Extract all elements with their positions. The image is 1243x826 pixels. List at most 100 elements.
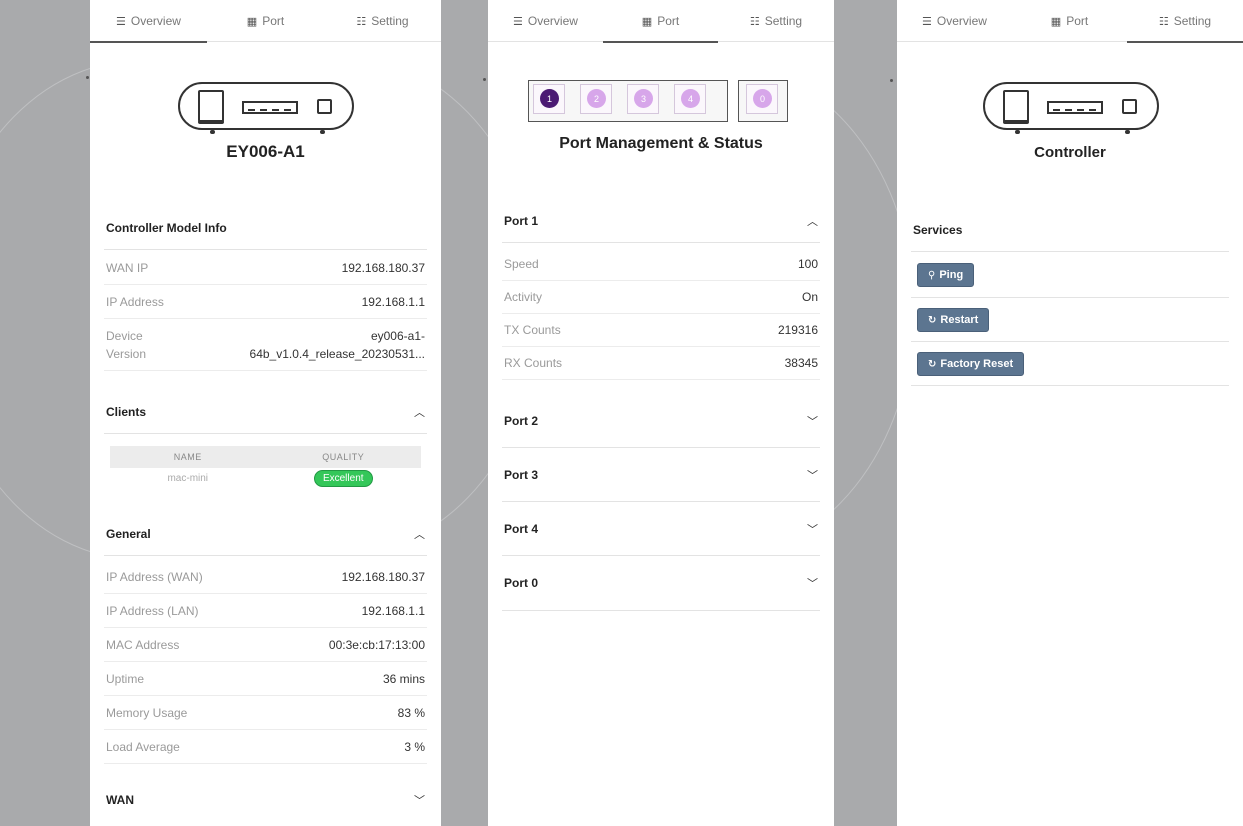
sliders-icon: ☷ <box>356 14 367 28</box>
tab-setting-label: Setting <box>371 14 409 28</box>
row-value: ey006-a1- <box>370 328 425 343</box>
ping-button[interactable]: ⚲ Ping <box>917 263 975 287</box>
tab-port-label: Port <box>262 14 285 28</box>
clients-title: Clients <box>106 404 147 419</box>
tab-setting-label: Setting <box>764 14 803 28</box>
row-label: Memory Usage <box>106 705 188 720</box>
port-row: Activity On <box>502 281 820 314</box>
general-title: General <box>106 526 151 541</box>
background-gutter-middle-right <box>834 0 897 826</box>
sliders-icon: ☷ <box>1158 14 1169 28</box>
port-4-header[interactable]: Port 4 ﹀ <box>502 502 820 556</box>
port-1[interactable]: 1 <box>533 84 565 114</box>
tab-overview-label: Overview <box>936 14 987 28</box>
tab-bar: ☰ Overview ▦ Port ☷ Setting <box>488 0 834 43</box>
chevron-down-icon[interactable]: ﹀ <box>807 467 818 483</box>
clients-table-header: NAME QUALITY <box>110 446 421 468</box>
port-2-header[interactable]: Port 2 ﹀ <box>502 394 820 448</box>
overview-panel: ☰ Overview ▦ Port ☷ Setting EY006-A1 Con… <box>90 0 441 826</box>
info-row-ip-address: IP Address 192.168.1.1 <box>104 285 427 319</box>
restart-button-label: Restart <box>940 314 979 326</box>
chevron-up-icon[interactable]: ︿ <box>414 526 425 542</box>
row-label: MAC Address <box>106 637 180 652</box>
clients-header[interactable]: Clients ︿ <box>104 390 427 434</box>
grid-icon: ▦ <box>1050 14 1062 28</box>
quality-badge: Excellent <box>313 469 373 487</box>
port-number: 3 <box>634 89 653 108</box>
refresh-icon: ↻ <box>928 314 937 326</box>
chevron-down-icon[interactable]: ﹀ <box>807 413 818 429</box>
port-panel: ☰ Overview ▦ Port ☷ Setting 1 2 3 4 0 Po… <box>488 0 834 826</box>
tab-port[interactable]: ▦ Port <box>603 0 718 43</box>
refresh-icon: ↻ <box>928 358 937 370</box>
wan-header[interactable]: WAN ﹀ <box>104 778 427 822</box>
port-2[interactable]: 2 <box>580 84 612 114</box>
chevron-up-icon[interactable]: ︿ <box>414 404 425 420</box>
port-page-title: Port Management & Status <box>559 135 763 152</box>
row-label: Version <box>106 346 147 361</box>
row-label: TX Counts <box>504 323 561 337</box>
general-row: IP Address (LAN) 192.168.1.1 <box>104 594 427 628</box>
services-title: Services <box>913 222 963 237</box>
info-row-wan-ip: WAN IP 192.168.180.37 <box>104 251 427 285</box>
port-row: TX Counts 219316 <box>502 314 820 347</box>
port-number: 4 <box>681 89 700 108</box>
tab-setting[interactable]: ☷ Setting <box>324 0 441 42</box>
tab-overview-label: Overview <box>527 14 578 28</box>
divider <box>911 341 1229 342</box>
wan-title: WAN <box>106 793 134 807</box>
router-device-icon <box>178 82 354 134</box>
tab-overview[interactable]: ☰ Overview <box>488 0 603 42</box>
background-gutter-left <box>0 0 90 826</box>
info-row-device-version: Device Version ey006-a1- 64b_v1.0.4_rele… <box>104 319 427 371</box>
row-label: Device <box>106 328 143 343</box>
grid-icon: ▦ <box>246 14 258 28</box>
general-row: Memory Usage 83 % <box>104 696 427 730</box>
row-value: 00:3e:cb:17:13:00 <box>328 637 425 652</box>
port-4[interactable]: 4 <box>674 84 706 114</box>
tab-bar: ☰ Overview ▦ Port ☷ Setting <box>897 0 1243 43</box>
factory-reset-button[interactable]: ↻ Factory Reset <box>917 352 1025 376</box>
port-number: 1 <box>540 89 559 108</box>
row-value: 192.168.1.1 <box>361 294 425 309</box>
row-value: 36 mins <box>382 671 425 686</box>
tab-bar: ☰ Overview ▦ Port ☷ Setting <box>90 0 441 43</box>
tab-setting[interactable]: ☷ Setting <box>1127 0 1243 43</box>
ping-button-label: Ping <box>939 269 964 281</box>
row-value: 192.168.180.37 <box>341 569 425 584</box>
row-label: IP Address <box>106 294 164 309</box>
port-3[interactable]: 3 <box>627 84 659 114</box>
wan-port-group: 0 <box>738 80 788 122</box>
divider <box>911 297 1229 298</box>
restart-button[interactable]: ↻ Restart <box>917 308 990 332</box>
port-number: 0 <box>753 89 772 108</box>
row-label: IP Address (LAN) <box>106 603 199 618</box>
tab-overview-label: Overview <box>130 14 181 28</box>
tab-overview[interactable]: ☰ Overview <box>90 0 207 43</box>
tab-port[interactable]: ▦ Port <box>1012 0 1127 42</box>
port-0-header[interactable]: Port 0 ﹀ <box>502 556 820 611</box>
port-1-header[interactable]: Port 1 ︿ <box>502 199 820 243</box>
general-header[interactable]: General ︿ <box>104 512 427 556</box>
column-name: NAME <box>173 452 202 462</box>
list-icon: ☰ <box>513 14 523 28</box>
row-label: Speed <box>504 257 539 271</box>
row-label: Load Average <box>106 739 180 754</box>
row-value: 64b_v1.0.4_release_20230531... <box>249 346 425 361</box>
chevron-down-icon[interactable]: ﹀ <box>807 521 818 537</box>
setting-panel: ☰ Overview ▦ Port ☷ Setting Controller S… <box>897 0 1243 826</box>
port-0[interactable]: 0 <box>746 84 778 114</box>
chevron-down-icon[interactable]: ﹀ <box>807 575 818 591</box>
model-info-title: Controller Model Info <box>106 220 227 235</box>
chevron-up-icon[interactable]: ︿ <box>807 213 818 229</box>
model-info-header: Controller Model Info <box>104 206 427 250</box>
chevron-down-icon[interactable]: ﹀ <box>414 792 425 808</box>
divider <box>911 385 1229 386</box>
tab-overview[interactable]: ☰ Overview <box>897 0 1012 42</box>
tab-setting[interactable]: ☷ Setting <box>718 0 834 42</box>
port-3-header[interactable]: Port 3 ﹀ <box>502 448 820 502</box>
row-value: 38345 <box>784 356 818 370</box>
tab-port[interactable]: ▦ Port <box>207 0 324 42</box>
device-name: EY006-A1 <box>226 142 305 161</box>
client-name: mac-mini <box>167 472 209 484</box>
